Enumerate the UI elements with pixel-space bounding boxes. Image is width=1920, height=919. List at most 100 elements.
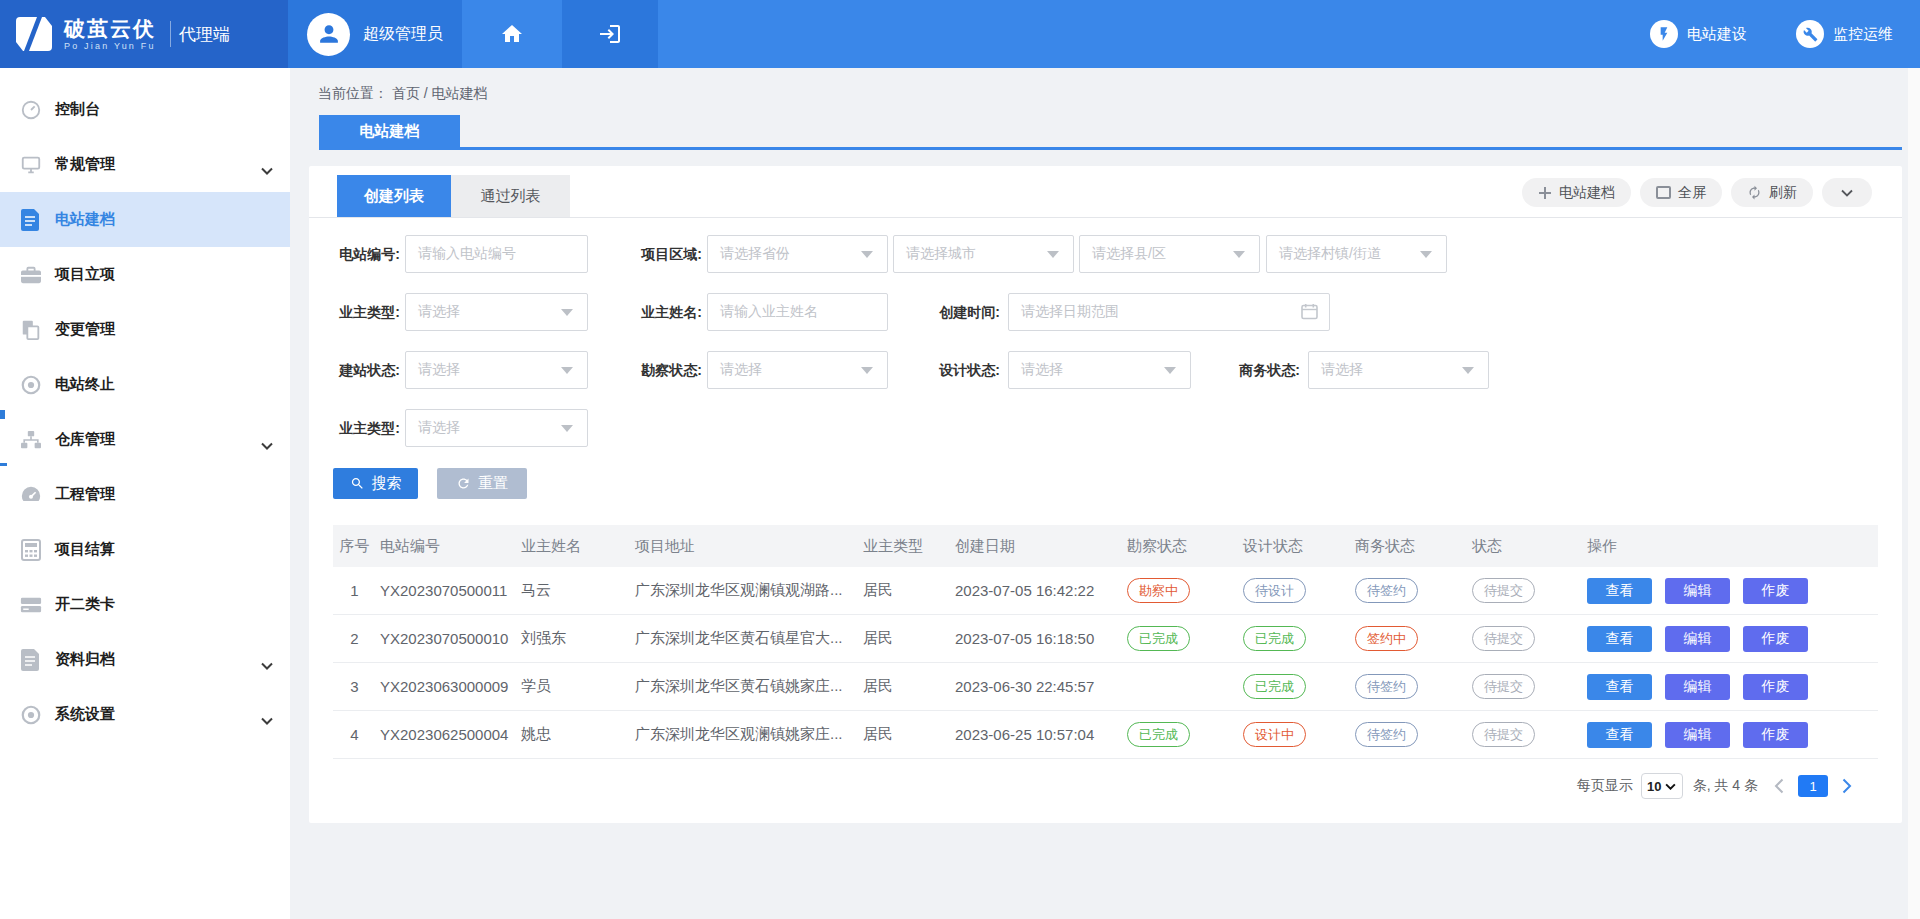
refresh-button[interactable]: 刷新 — [1731, 178, 1813, 207]
status-badge: 已完成 — [1127, 722, 1190, 747]
city-select[interactable]: 请选择城市 — [893, 235, 1074, 273]
search-button[interactable]: 搜索 — [333, 468, 418, 499]
current-page[interactable]: 1 — [1798, 775, 1828, 797]
filter-label-owner-name: 业主姓名: — [592, 293, 702, 331]
edit-button[interactable]: 编辑 — [1665, 722, 1730, 748]
divider — [170, 21, 171, 47]
create-station-button[interactable]: 电站建档 — [1522, 178, 1631, 207]
dropdown-arrow-icon — [561, 425, 573, 432]
nav-monitor-ops[interactable]: 监控运维 — [1796, 0, 1893, 68]
owner-type2-select[interactable]: 请选择 — [405, 409, 588, 447]
main-card: 创建列表 通过列表 电站建档 全屏 刷新 电站编号: 请输入电站编号 项目区域:… — [309, 166, 1902, 823]
chevron-down-icon — [261, 656, 273, 674]
home-button[interactable] — [462, 0, 562, 68]
avatar — [307, 13, 350, 56]
app-title: 破茧云伏 — [64, 18, 156, 40]
filter-label-region: 项目区域: — [592, 235, 702, 273]
tab-passed-list[interactable]: 通过列表 — [451, 175, 570, 217]
home-icon — [500, 22, 524, 46]
next-page-button[interactable] — [1842, 778, 1852, 794]
sidebar-item-engineering[interactable]: 工程管理 — [0, 467, 290, 522]
nav-station-build[interactable]: 电站建设 — [1650, 0, 1747, 68]
station-code-input[interactable]: 请输入电站编号 — [405, 235, 588, 273]
view-button[interactable]: 查看 — [1587, 626, 1652, 652]
view-button[interactable]: 查看 — [1587, 578, 1652, 604]
chevron-down-icon — [261, 436, 273, 454]
person-icon — [316, 21, 342, 47]
document-icon — [19, 208, 43, 232]
app-subtitle: Po Jian Yun Fu — [64, 41, 156, 51]
sidebar-item-change-management[interactable]: 变更管理 — [0, 302, 290, 357]
edit-button[interactable]: 编辑 — [1665, 578, 1730, 604]
town-select[interactable]: 请选择村镇/街道 — [1266, 235, 1447, 273]
status-badge: 设计中 — [1243, 722, 1306, 747]
business-status-select[interactable]: 请选择 — [1308, 351, 1489, 389]
sidebar-item-station-archive[interactable]: 电站建档 — [0, 192, 290, 247]
sidebar-item-station-terminate[interactable]: 电站终止 — [0, 357, 290, 412]
table-row: 1 YX2023070500011 马云 广东深圳龙华区观澜镇观湖路... 居民… — [333, 567, 1878, 615]
header: 破茧云伏 Po Jian Yun Fu 代理端 超级管理员 电站建设 监控 — [0, 0, 1920, 68]
dropdown-arrow-icon — [861, 251, 873, 258]
reset-button[interactable]: 重置 — [437, 468, 527, 499]
date-range-input[interactable]: 请选择日期范围 — [1008, 293, 1330, 331]
briefcase-icon — [19, 263, 43, 287]
county-select[interactable]: 请选择县/区 — [1079, 235, 1260, 273]
sidebar-item-console[interactable]: 控制台 — [0, 82, 290, 137]
province-select[interactable]: 请选择省份 — [707, 235, 888, 273]
stations-table: 序号 电站编号 业主姓名 项目地址 业主类型 创建日期 勘察状态 设计状态 商务… — [333, 525, 1878, 759]
dropdown-arrow-icon — [561, 309, 573, 316]
void-button[interactable]: 作废 — [1743, 626, 1808, 652]
sidebar-item-warehouse[interactable]: 仓库管理 — [0, 412, 290, 467]
monitor-icon — [19, 153, 43, 177]
sidebar-item-general[interactable]: 常规管理 — [0, 137, 290, 192]
sidebar-item-card[interactable]: 开二类卡 — [0, 577, 290, 632]
dropdown-arrow-icon — [1462, 367, 1474, 374]
edit-button[interactable]: 编辑 — [1665, 626, 1730, 652]
owner-type-select[interactable]: 请选择 — [405, 293, 588, 331]
edit-button[interactable]: 编辑 — [1665, 674, 1730, 700]
void-button[interactable]: 作废 — [1743, 578, 1808, 604]
dropdown-arrow-icon — [1164, 367, 1176, 374]
sidebar-item-settlement[interactable]: 项目结算 — [0, 522, 290, 577]
table-row: 2 YX2023070500010 刘强东 广东深圳龙华区黄石镇星官大... 居… — [333, 615, 1878, 663]
status-badge: 勘察中 — [1127, 578, 1190, 603]
settings-icon — [19, 703, 43, 727]
page-scrollbar[interactable] — [1908, 68, 1920, 919]
filter-label-owner-type2: 业主类型: — [290, 409, 400, 447]
per-page-select[interactable]: 10 — [1641, 773, 1683, 799]
sidebar-item-project-initiation[interactable]: 项目立项 — [0, 247, 290, 302]
filter-label-station-code: 电站编号: — [290, 235, 400, 273]
logout-button[interactable] — [562, 0, 658, 68]
sidebar-item-settings[interactable]: 系统设置 — [0, 687, 290, 742]
scroll-indicator — [0, 463, 7, 466]
fullscreen-button[interactable]: 全屏 — [1640, 178, 1722, 207]
refresh-icon — [1747, 185, 1762, 200]
circle-dot-icon — [19, 373, 43, 397]
chevron-down-icon — [261, 711, 273, 729]
filter-label-business-status: 商务状态: — [1190, 351, 1300, 389]
survey-status-select[interactable]: 请选择 — [707, 351, 888, 389]
view-button[interactable]: 查看 — [1587, 674, 1652, 700]
total-label: 条, 共 4 条 — [1693, 777, 1758, 795]
chevron-down-icon — [261, 161, 273, 179]
prev-page-button[interactable] — [1774, 778, 1784, 794]
void-button[interactable]: 作废 — [1743, 674, 1808, 700]
owner-name-input[interactable]: 请输入业主姓名 — [707, 293, 888, 331]
collapse-button[interactable] — [1822, 178, 1872, 207]
page-tab-station-archive[interactable]: 电站建档 — [319, 115, 460, 147]
sidebar: 控制台 常规管理 电站建档 项目立项 变更 — [0, 68, 290, 919]
sitemap-icon — [19, 428, 43, 452]
design-status-select[interactable]: 请选择 — [1008, 351, 1191, 389]
void-button[interactable]: 作废 — [1743, 722, 1808, 748]
status-badge: 待提交 — [1472, 626, 1535, 651]
status-badge: 已完成 — [1243, 674, 1306, 699]
sidebar-item-data-archive[interactable]: 资料归档 — [0, 632, 290, 687]
tab-create-list[interactable]: 创建列表 — [337, 175, 451, 217]
user-menu[interactable]: 超级管理员 — [288, 0, 462, 68]
filter-label-build-status: 建站状态: — [290, 351, 400, 389]
search-icon — [350, 476, 365, 491]
build-status-select[interactable]: 请选择 — [405, 351, 588, 389]
per-page-label: 每页显示 — [1577, 777, 1633, 795]
dashboard-icon — [19, 483, 43, 507]
view-button[interactable]: 查看 — [1587, 722, 1652, 748]
